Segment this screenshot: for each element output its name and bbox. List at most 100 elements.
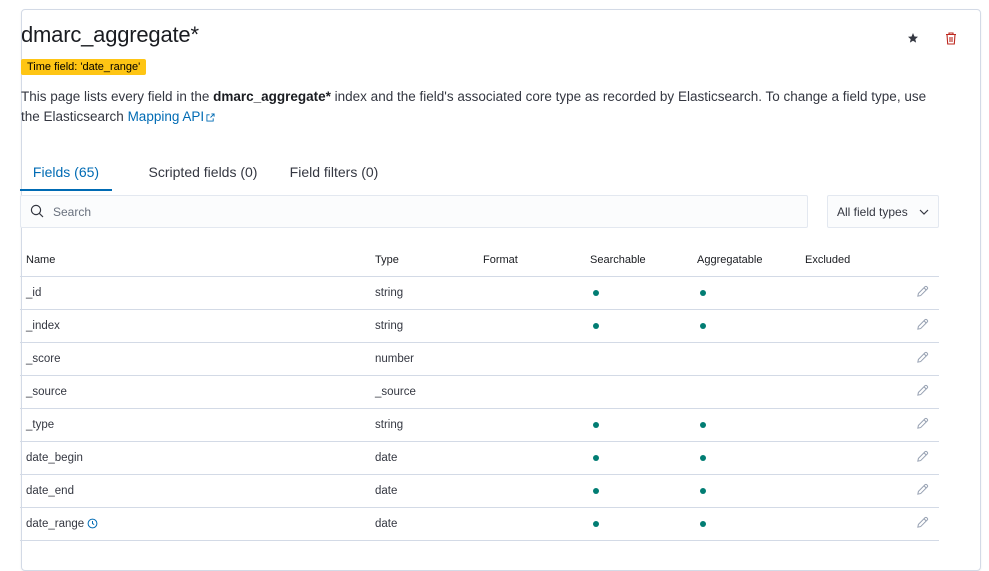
mapping-api-link[interactable]: Mapping API	[128, 109, 205, 124]
search-icon	[30, 204, 44, 218]
pencil-icon	[917, 483, 929, 495]
cell-aggregatable	[691, 507, 799, 541]
cell-name: _index	[20, 309, 369, 343]
fields-table: Name Type Format Searchable Aggregatable…	[20, 244, 939, 541]
pencil-icon	[917, 516, 929, 528]
cell-name: date_begin	[20, 441, 369, 475]
cell-searchable	[584, 474, 691, 508]
searchable-indicator	[593, 521, 599, 527]
cell-name: _id	[20, 276, 369, 310]
cell-searchable	[584, 342, 691, 376]
pencil-icon	[917, 318, 929, 330]
cell-type: date	[369, 507, 477, 541]
field-name: date_begin	[26, 452, 83, 464]
edit-field-button[interactable]	[885, 342, 939, 376]
cell-searchable	[584, 408, 691, 442]
cell-format	[477, 474, 584, 508]
cell-excluded	[799, 309, 885, 343]
search-box	[20, 195, 808, 228]
cell-searchable	[584, 309, 691, 343]
field-name: date_range	[26, 518, 85, 530]
field-name: _index	[26, 320, 60, 332]
column-header-type[interactable]: Type	[369, 244, 477, 277]
table-row: _source _source	[20, 375, 939, 409]
description-text: This page lists every field in the	[21, 89, 214, 104]
cell-aggregatable	[691, 474, 799, 508]
cell-format	[477, 441, 584, 475]
cell-type: string	[369, 276, 477, 310]
column-header-excluded[interactable]: Excluded	[799, 244, 885, 277]
external-link-icon	[206, 113, 215, 122]
table-row: _score number	[20, 342, 939, 376]
cell-searchable	[584, 375, 691, 409]
cell-format	[477, 375, 584, 409]
cell-type: date	[369, 474, 477, 508]
cell-format	[477, 342, 584, 376]
aggregatable-indicator	[700, 290, 706, 296]
search-input[interactable]	[53, 196, 793, 227]
cell-excluded	[799, 342, 885, 376]
cell-excluded	[799, 408, 885, 442]
cell-type: date	[369, 441, 477, 475]
field-type-select[interactable]: All field types	[827, 195, 939, 228]
column-header-format[interactable]: Format	[477, 244, 584, 277]
cell-aggregatable	[691, 441, 799, 475]
table-row: date_begin date	[20, 441, 939, 475]
cell-format	[477, 309, 584, 343]
column-header-searchable[interactable]: Searchable	[584, 244, 691, 277]
column-header-aggregatable[interactable]: Aggregatable	[691, 244, 799, 277]
pencil-icon	[917, 384, 929, 396]
field-name: date_end	[26, 485, 74, 497]
pencil-icon	[917, 285, 929, 297]
chevron-down-icon	[919, 209, 929, 215]
table-row: _type string	[20, 408, 939, 442]
column-header-actions	[885, 244, 939, 277]
clock-icon	[87, 519, 98, 529]
star-icon	[908, 33, 918, 43]
cell-type: _source	[369, 375, 477, 409]
cell-name: date_end	[20, 474, 369, 508]
cell-name: _type	[20, 408, 369, 442]
cell-excluded	[799, 507, 885, 541]
cell-type: string	[369, 309, 477, 343]
field-name: _type	[26, 419, 55, 431]
delete-index-pattern-button[interactable]	[941, 28, 961, 48]
cell-excluded	[799, 276, 885, 310]
tab-field-filters[interactable]: Field filters (0)	[279, 154, 389, 191]
tab-scripted-fields[interactable]: Scripted fields (0)	[138, 154, 268, 191]
table-row: _id string	[20, 276, 939, 310]
edit-field-button[interactable]	[885, 276, 939, 310]
edit-field-button[interactable]	[885, 441, 939, 475]
set-default-button[interactable]	[903, 28, 923, 48]
column-header-name[interactable]: Name	[20, 244, 369, 277]
edit-field-button[interactable]	[885, 507, 939, 541]
searchable-indicator	[593, 455, 599, 461]
edit-field-button[interactable]	[885, 474, 939, 508]
page-description: This page lists every field in the dmarc…	[21, 87, 941, 127]
trash-icon	[946, 31, 956, 45]
cell-name: _score	[20, 342, 369, 376]
pencil-icon	[917, 450, 929, 462]
cell-aggregatable	[691, 276, 799, 310]
field-name: _score	[26, 353, 61, 365]
cell-format	[477, 507, 584, 541]
edit-field-button[interactable]	[885, 309, 939, 343]
searchable-indicator	[593, 290, 599, 296]
cell-aggregatable	[691, 408, 799, 442]
cell-searchable	[584, 276, 691, 310]
cell-format	[477, 408, 584, 442]
cell-aggregatable	[691, 309, 799, 343]
edit-field-button[interactable]	[885, 408, 939, 442]
edit-field-button[interactable]	[885, 375, 939, 409]
time-field-badge: Time field: 'date_range'	[21, 59, 147, 75]
tab-fields[interactable]: Fields (65)	[20, 154, 112, 191]
cell-type: number	[369, 342, 477, 376]
table-row: _index string	[20, 309, 939, 343]
searchable-indicator	[593, 323, 599, 329]
cell-searchable	[584, 507, 691, 541]
field-name: _source	[26, 386, 67, 398]
page-title: dmarc_aggregate*	[21, 22, 199, 47]
aggregatable-indicator	[700, 422, 706, 428]
cell-aggregatable	[691, 375, 799, 409]
cell-type: string	[369, 408, 477, 442]
